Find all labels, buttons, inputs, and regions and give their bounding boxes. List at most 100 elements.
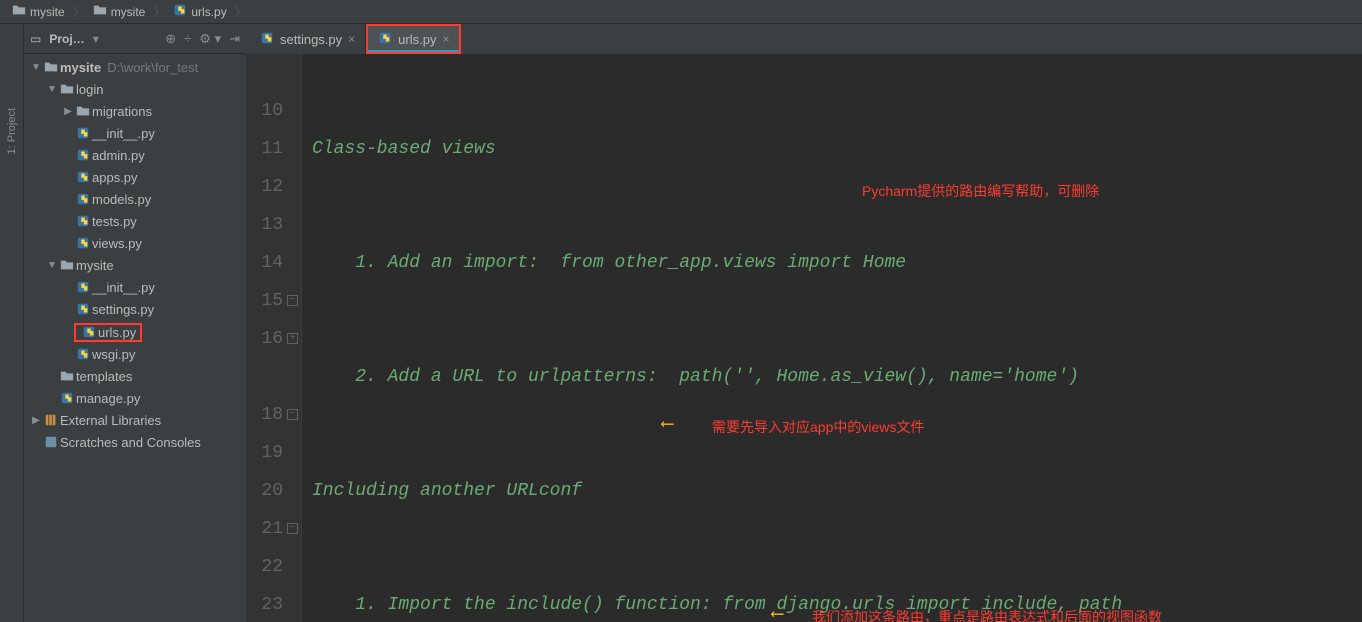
chevron-right-icon: 〉 <box>235 3 247 20</box>
tree-file[interactable]: tests.py <box>24 210 246 232</box>
python-file-icon <box>58 391 76 405</box>
chevron-down-icon: ▼ <box>46 84 58 95</box>
tree-label: migrations <box>92 104 152 119</box>
breadcrumb-item[interactable]: mysite <box>87 3 152 20</box>
line-number: 14 <box>246 244 283 282</box>
folder-icon <box>58 369 76 383</box>
folder-icon <box>12 3 26 20</box>
project-view-icon: ▭ <box>30 32 41 46</box>
tree-scratches[interactable]: Scratches and Consoles <box>24 431 246 453</box>
tab-settings[interactable]: settings.py × <box>250 24 366 54</box>
tree-label: login <box>76 82 103 97</box>
folder-icon <box>74 104 92 118</box>
tree-root[interactable]: ▼ mysite D:\work\for_test <box>24 56 246 78</box>
tree-file[interactable]: manage.py <box>24 387 246 409</box>
line-number: 10 <box>246 92 283 130</box>
python-file-icon <box>74 126 92 140</box>
divide-icon[interactable]: ÷ <box>184 31 191 46</box>
python-file-icon <box>74 347 92 361</box>
tab-label: urls.py <box>398 32 436 47</box>
tree-folder-templates[interactable]: templates <box>24 365 246 387</box>
tree-file[interactable]: wsgi.py <box>24 343 246 365</box>
code-text: 2. Add a URL to urlpatterns: path('', Ho… <box>312 367 1079 387</box>
tree-file[interactable]: views.py <box>24 232 246 254</box>
python-file-icon <box>74 214 92 228</box>
line-number: 15 <box>246 282 283 320</box>
python-file-icon <box>378 31 392 48</box>
tree-file[interactable]: settings.py <box>24 298 246 320</box>
annotation: Pycharm提供的路由编写帮助，可删除 <box>862 172 1099 210</box>
tree-file[interactable]: models.py <box>24 188 246 210</box>
fold-icon[interactable]: − <box>287 409 298 420</box>
tree-label: mysite <box>76 258 114 273</box>
folder-icon <box>42 60 60 74</box>
code-editor[interactable]: 10 11 12 13 14 15 16 18 19 20 21 22 23 −… <box>246 54 1362 622</box>
line-number: 11 <box>246 130 283 168</box>
arrow-left-icon: ⟵ <box>662 406 673 444</box>
breadcrumb-item[interactable]: urls.py <box>167 3 232 20</box>
line-gutter: 10 11 12 13 14 15 16 18 19 20 21 22 23 −… <box>246 54 302 622</box>
fold-icon[interactable]: − <box>287 523 298 534</box>
line-number: 22 <box>246 548 283 586</box>
folder-icon <box>58 258 76 272</box>
tree-file[interactable]: admin.py <box>24 144 246 166</box>
project-tool-button[interactable]: 1: Project <box>6 104 18 158</box>
add-icon[interactable]: ⊕ <box>165 31 176 47</box>
line-number: 19 <box>246 434 283 472</box>
annotation: 需要先导入对应app中的views文件 <box>712 408 924 446</box>
tree-file[interactable]: __init__.py <box>24 276 246 298</box>
tree-label: External Libraries <box>60 413 161 428</box>
folder-icon <box>93 3 107 20</box>
sidebar-title: Proj… <box>49 32 84 46</box>
code-content[interactable]: Class-based views 1. Add an import: from… <box>302 54 1362 622</box>
scratch-icon <box>42 435 60 449</box>
tab-urls[interactable]: urls.py × <box>366 24 461 54</box>
tree-file-urls[interactable]: urls.py <box>24 321 146 343</box>
editor-tabs: settings.py × urls.py × <box>246 24 1362 54</box>
tree-file[interactable]: apps.py <box>24 166 246 188</box>
breadcrumb-label: mysite <box>111 5 146 19</box>
tree-folder-login[interactable]: ▼ login <box>24 78 246 100</box>
project-tree: ▼ mysite D:\work\for_test ▼ login ▶ migr… <box>24 54 246 455</box>
fold-icon[interactable]: + <box>287 333 298 344</box>
breadcrumb-label: urls.py <box>191 5 226 19</box>
chevron-down-icon: ▼ <box>30 62 42 73</box>
tree-label: urls.py <box>98 325 136 340</box>
chevron-right-icon: ▶ <box>62 106 74 117</box>
close-icon[interactable]: × <box>442 32 449 46</box>
tree-hint: D:\work\for_test <box>107 60 198 75</box>
tree-label: templates <box>76 369 132 384</box>
tree-external-libraries[interactable]: ▶External Libraries <box>24 409 246 431</box>
tree-label: wsgi.py <box>92 347 135 362</box>
tree-label: manage.py <box>76 391 140 406</box>
python-file-icon <box>80 325 98 339</box>
python-file-icon <box>74 280 92 294</box>
python-file-icon <box>74 148 92 162</box>
tree-label: models.py <box>92 192 151 207</box>
tree-label: tests.py <box>92 214 137 229</box>
tree-folder-migrations[interactable]: ▶ migrations <box>24 100 246 122</box>
fold-icon[interactable]: − <box>287 295 298 306</box>
annotation: 我们添加这条路由，重点是路由表达式和后面的视图函数 <box>812 598 1162 622</box>
collapse-icon[interactable]: ⇥ <box>229 31 240 47</box>
tree-folder-mysite[interactable]: ▼ mysite <box>24 254 246 276</box>
arrow-left-icon: ⟵ <box>772 596 783 622</box>
line-number: 12 <box>246 168 283 206</box>
line-number <box>246 358 283 396</box>
breadcrumbs: mysite 〉 mysite 〉 urls.py 〉 <box>0 0 1362 24</box>
line-number: 16 <box>246 320 283 358</box>
library-icon <box>42 413 60 427</box>
gear-icon[interactable]: ⚙ ▾ <box>199 31 221 47</box>
chevron-right-icon: 〉 <box>73 3 85 20</box>
close-icon[interactable]: × <box>348 32 355 46</box>
breadcrumb-item[interactable]: mysite <box>6 3 71 20</box>
tree-label: Scratches and Consoles <box>60 435 201 450</box>
line-number: 13 <box>246 206 283 244</box>
line-number: 21 <box>246 510 283 548</box>
tool-strip: 1: Project <box>0 24 24 622</box>
tree-label: apps.py <box>92 170 138 185</box>
sidebar-toolbar: ▭ Proj… ▾ ⊕ ÷ ⚙ ▾ ⇥ <box>24 24 246 54</box>
python-file-icon <box>74 170 92 184</box>
tree-file[interactable]: __init__.py <box>24 122 246 144</box>
tree-label: __init__.py <box>92 280 155 295</box>
